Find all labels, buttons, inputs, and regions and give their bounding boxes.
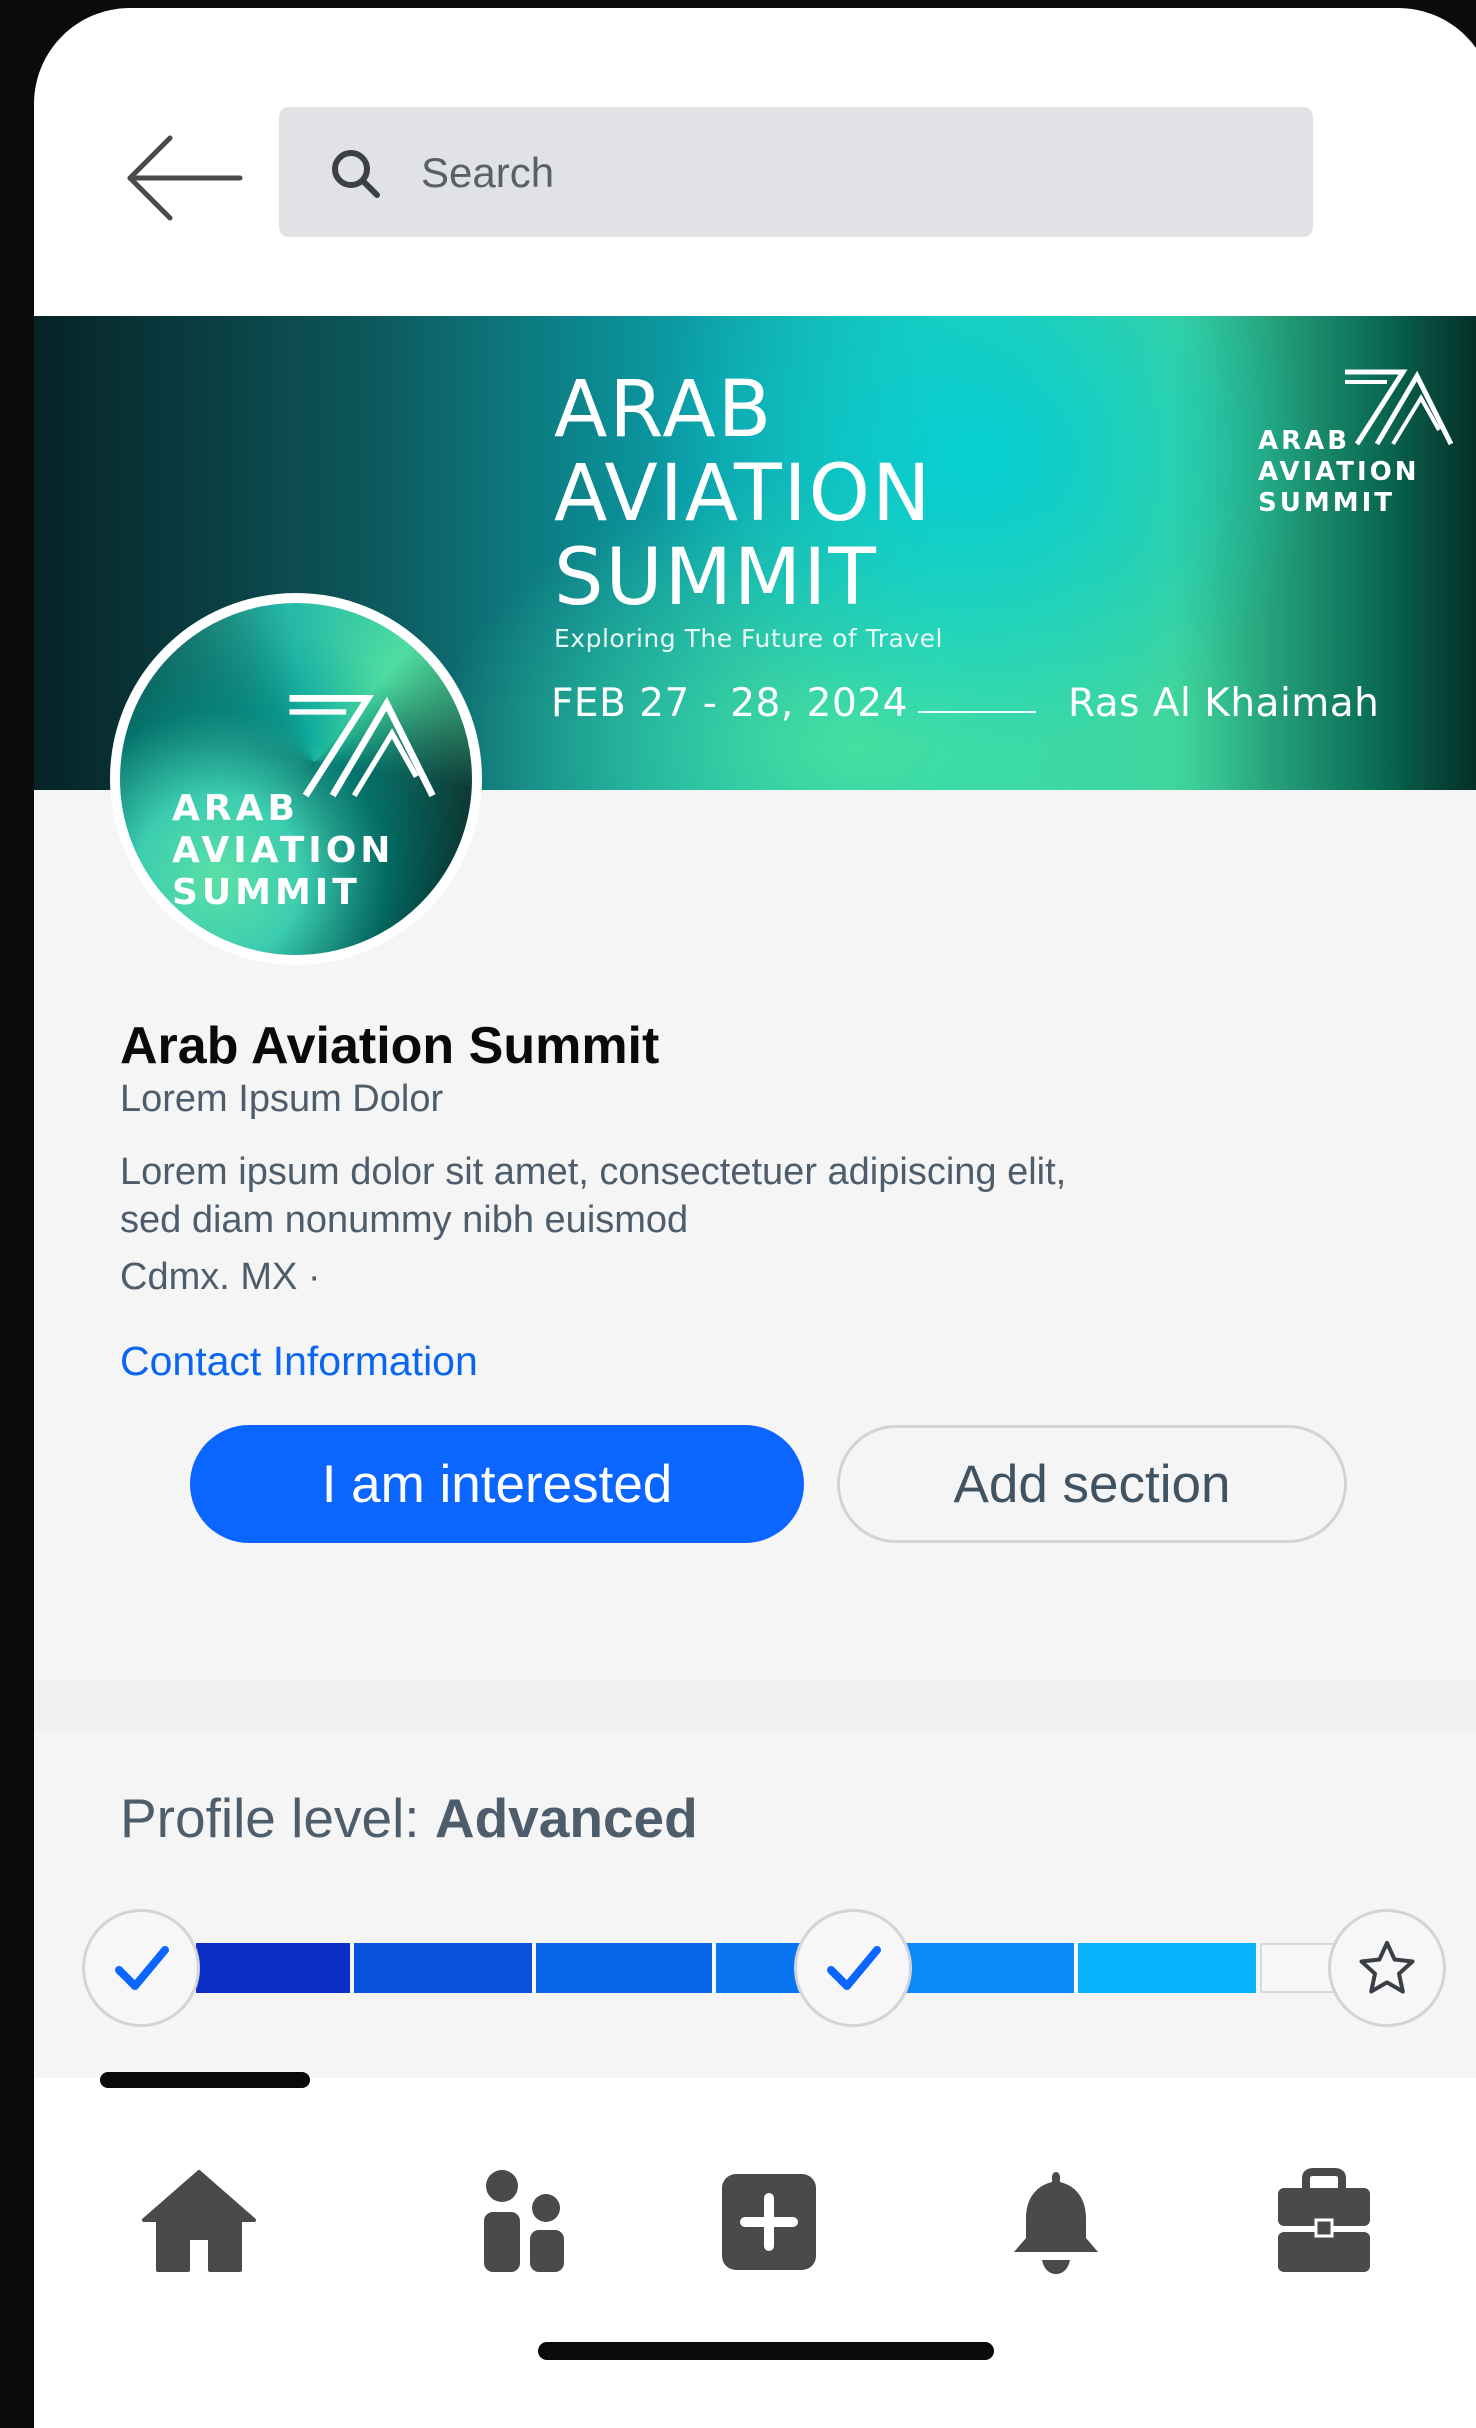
profile-level-value: Advanced	[434, 1787, 698, 1849]
avatar-text-line: SUMMIT	[172, 872, 361, 913]
progress-segment	[536, 1943, 712, 1993]
banner-title-line: SUMMIT	[554, 533, 878, 623]
back-button[interactable]	[122, 123, 252, 233]
banner-title: ARAB AVIATION SUMMIT	[554, 368, 932, 620]
nav-network[interactable]	[482, 2168, 566, 2278]
avatar-text-line: ARAB	[172, 788, 299, 829]
milestone-basic[interactable]	[82, 1909, 200, 2027]
phone-screen: ARAB AVIATION SUMMIT Exploring The Futur…	[34, 8, 1476, 2428]
contact-information-link[interactable]: Contact Information	[120, 1338, 478, 1385]
arrow-left-icon	[127, 135, 243, 221]
jobs-briefcase-icon	[1278, 2168, 1370, 2272]
checkmark-icon	[827, 1946, 881, 1990]
people-icon	[484, 2170, 564, 2272]
progress-segment	[1078, 1943, 1256, 1993]
banner-separator	[918, 711, 1036, 713]
progress-segment	[196, 1943, 350, 1993]
banner-logo-line: ARAB	[1258, 426, 1351, 456]
progress-segment	[906, 1943, 1074, 1993]
profile-level-label: Profile level:	[120, 1787, 435, 1849]
milestone-advanced[interactable]	[794, 1909, 912, 2027]
avatar-text-line: AVIATION	[172, 830, 395, 871]
section-divider	[34, 1680, 1476, 1732]
profile-name: Arab Aviation Summit	[120, 1017, 660, 1075]
profile-description: Lorem ipsum dolor sit amet, consectetuer…	[120, 1151, 1067, 1241]
banner-logo: ARAB AVIATION SUMMIT	[1258, 368, 1453, 518]
nav-jobs[interactable]	[1276, 2168, 1372, 2278]
profile-level-section	[34, 1732, 1476, 2078]
nav-post[interactable]	[720, 2168, 818, 2278]
banner-title-line: AVIATION	[554, 449, 933, 539]
banner-logo-line: SUMMIT	[1258, 488, 1395, 518]
home-indicator	[538, 2342, 994, 2360]
profile-level-title: Profile level: Advanced	[120, 1786, 698, 1850]
banner-logo-line: AVIATION	[1258, 457, 1420, 487]
summit-logo-mark-icon	[289, 695, 436, 798]
banner-tagline: Exploring The Future of Travel	[554, 624, 943, 653]
progress-segment	[354, 1943, 532, 1993]
search-bar[interactable]	[279, 107, 1313, 237]
search-icon	[332, 150, 380, 198]
banner-date: FEB 27 - 28, 2024	[551, 681, 908, 726]
notifications-bell-icon	[1014, 2172, 1098, 2274]
add-section-button[interactable]: Add section	[837, 1425, 1347, 1543]
nav-home[interactable]	[140, 2168, 258, 2278]
banner-location: Ras Al Khaimah	[1068, 681, 1380, 726]
add-post-icon	[722, 2174, 816, 2270]
home-icon	[142, 2170, 256, 2272]
nav-notifications[interactable]	[1010, 2168, 1102, 2278]
star-icon	[1359, 1941, 1415, 1994]
banner-title-line: ARAB	[554, 365, 774, 455]
search-input[interactable]	[419, 137, 1283, 209]
profile-subtitle: Lorem Ipsum Dolor	[120, 1078, 444, 1120]
checkmark-icon	[115, 1946, 169, 1990]
interested-button[interactable]: I am interested	[190, 1425, 804, 1543]
milestone-expert[interactable]	[1328, 1909, 1446, 2027]
scroll-indicator	[100, 2072, 310, 2088]
profile-location: Cdmx. MX ·	[120, 1256, 321, 1298]
banner-logo-text: ARAB AVIATION SUMMIT	[1258, 426, 1420, 519]
avatar-text: ARAB AVIATION SUMMIT	[172, 788, 394, 914]
avatar[interactable]: ARAB AVIATION SUMMIT	[110, 593, 482, 965]
